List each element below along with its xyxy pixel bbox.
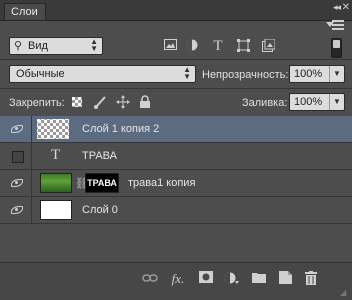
hidden-visibility-icon xyxy=(12,151,24,163)
filter-kind-select[interactable]: ⚲ Вид ▲ ▼ xyxy=(9,37,103,55)
layer-thumbnail xyxy=(40,173,72,193)
type-filter-icon[interactable]: T xyxy=(211,39,225,54)
lock-all-icon[interactable] xyxy=(138,95,152,109)
eye-icon xyxy=(11,125,23,133)
opacity-field[interactable]: 100% ▼ xyxy=(289,65,345,83)
opacity-value: 100% xyxy=(294,68,323,80)
select-arrows-icon: ▲ ▼ xyxy=(90,37,98,53)
resize-grip-icon[interactable]: ◢ xyxy=(340,288,350,298)
fill-value: 100% xyxy=(294,96,323,108)
eye-icon xyxy=(11,206,23,214)
new-layer-icon[interactable] xyxy=(277,271,293,287)
lock-label: Закрепить: xyxy=(9,97,65,109)
search-icon: ⚲ xyxy=(14,40,23,52)
lock-move-icon[interactable] xyxy=(116,95,130,109)
chevron-down-icon[interactable]: ▼ xyxy=(329,94,344,110)
add-mask-icon[interactable] xyxy=(198,271,214,287)
delete-icon[interactable] xyxy=(303,271,319,287)
visibility-toggle[interactable] xyxy=(0,197,32,223)
visibility-toggle[interactable] xyxy=(0,170,32,196)
adjustment-layer-icon[interactable] xyxy=(224,271,240,287)
adjustment-filter-icon[interactable] xyxy=(185,39,199,53)
fill-field[interactable]: 100% ▼ xyxy=(289,93,345,111)
new-group-icon[interactable] xyxy=(251,271,267,287)
eye-icon xyxy=(11,179,23,187)
blend-mode-label: Обычные xyxy=(16,68,65,80)
divider xyxy=(0,59,352,60)
filter-toggle[interactable] xyxy=(331,38,342,58)
layer-row[interactable]: Слой 0 xyxy=(0,197,352,224)
layer-thumbnail xyxy=(37,119,69,139)
panel-header: Слои ◂◂ ✕ xyxy=(0,0,352,21)
layer-name[interactable]: трава1 копия xyxy=(128,177,195,189)
image-filter-icon[interactable] xyxy=(163,39,177,53)
fill-label: Заливка: xyxy=(242,97,288,109)
opacity-label: Непрозрачность: xyxy=(202,69,289,81)
link-layers-icon[interactable] xyxy=(142,271,158,287)
panel-menu-icon[interactable] xyxy=(326,18,346,32)
layer-thumbnail xyxy=(40,200,72,220)
text-layer-icon: T xyxy=(51,147,61,163)
layers-list: Слой 1 копия 2 T ТРАВА ⛓ ТРАВА трава1 ко… xyxy=(0,116,352,224)
tab-layers[interactable]: Слои xyxy=(4,3,46,20)
chevron-down-icon[interactable]: ▼ xyxy=(329,66,344,82)
lock-brush-icon[interactable] xyxy=(93,95,107,109)
blend-mode-select[interactable]: Обычные ▲ ▼ xyxy=(9,65,196,83)
layer-name[interactable]: Слой 0 xyxy=(82,204,118,216)
visibility-toggle[interactable] xyxy=(0,116,32,142)
lock-transparent-icon[interactable] xyxy=(72,97,82,107)
collapse-icon[interactable]: ◂◂ xyxy=(333,2,341,13)
select-arrows-icon: ▲ ▼ xyxy=(183,65,191,81)
fx-icon[interactable]: fx. xyxy=(170,271,186,287)
smart-object-filter-icon[interactable] xyxy=(261,38,275,53)
layers-bottom-bar: fx. ◢ xyxy=(0,262,352,300)
layer-name[interactable]: Слой 1 копия 2 xyxy=(82,123,159,135)
layer-row[interactable]: T ТРАВА xyxy=(0,143,352,170)
layer-mask-thumbnail: ТРАВА xyxy=(85,173,119,193)
layer-name[interactable]: ТРАВА xyxy=(82,150,117,162)
layer-row[interactable]: Слой 1 копия 2 xyxy=(0,116,352,143)
filter-kind-label: Вид xyxy=(28,40,48,52)
visibility-toggle[interactable] xyxy=(0,143,32,169)
shape-filter-icon[interactable] xyxy=(236,39,250,53)
close-icon[interactable]: ✕ xyxy=(342,2,350,13)
divider xyxy=(0,88,352,89)
layer-row[interactable]: ⛓ ТРАВА трава1 копия xyxy=(0,170,352,197)
